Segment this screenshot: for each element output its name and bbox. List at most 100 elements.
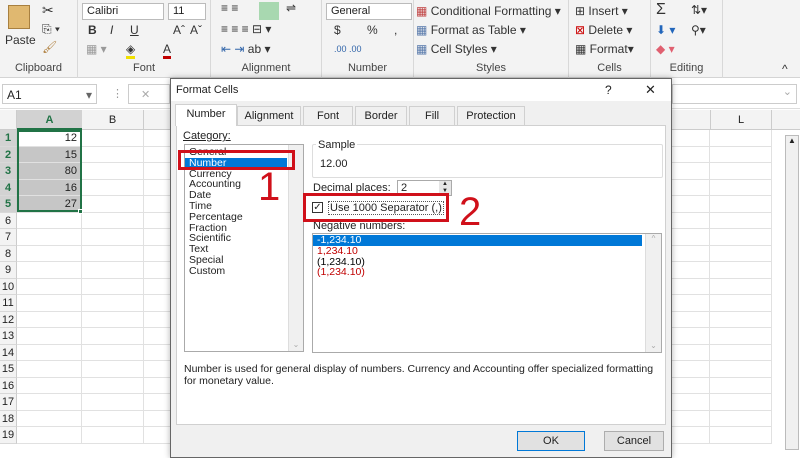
cell-l5[interactable] [710,196,772,213]
fill-icon[interactable]: ⬇ ▾ [656,23,675,37]
row-header[interactable]: 9 [0,262,17,279]
copy-icon[interactable]: ⎘ ▾ [42,22,60,37]
delete-button[interactable]: ⊠ Delete ▾ [575,23,632,37]
cell-l6[interactable] [710,212,772,229]
row-header[interactable]: 1 [0,130,17,147]
row-header[interactable]: 11 [0,295,17,312]
cell-l18[interactable] [710,410,772,427]
cell-l8[interactable] [710,245,772,262]
cell[interactable] [672,245,710,262]
indent-icon[interactable]: ⇤ ⇥ ab ▾ [221,42,271,56]
scroll-down-icon[interactable]: ⌄ [646,341,661,350]
category-list[interactable]: General Number Currency Accounting Date Time P… [184,144,304,352]
tab-protection[interactable]: Protection [457,106,525,125]
cell-a14[interactable] [17,344,82,361]
sort-filter-icon[interactable]: ⇅▾ [691,3,707,17]
column-header-b[interactable]: B [82,110,144,130]
align-top-icon[interactable]: ≡ ≡ [221,1,238,15]
tab-border[interactable]: Border [355,106,407,125]
cell-a9[interactable] [17,262,82,279]
cell[interactable] [672,427,710,444]
cell-a19[interactable] [17,427,82,444]
cell-l9[interactable] [710,262,772,279]
format-as-table-button[interactable]: ▦ Format as Table ▾ [416,23,526,37]
cell[interactable] [672,179,710,196]
paste-icon[interactable] [8,5,30,29]
row-header[interactable]: 2 [0,146,17,163]
tab-number[interactable]: Number [175,104,237,126]
cancel-button[interactable]: Cancel [604,431,664,451]
negative-option[interactable]: -1,234.10 [313,235,642,246]
cell[interactable] [672,361,710,378]
cell-l16[interactable] [710,377,772,394]
row-header[interactable]: 12 [0,311,17,328]
category-custom[interactable]: Custom [185,265,287,277]
cell-l2[interactable] [710,146,772,163]
row-header[interactable]: 17 [0,394,17,411]
underline-button[interactable]: U [130,23,139,37]
cell-l14[interactable] [710,344,772,361]
cell[interactable] [672,394,710,411]
cell-b10[interactable] [82,278,144,295]
name-box[interactable]: A1 ▾ [2,84,97,104]
cell-b8[interactable] [82,245,144,262]
cell-l3[interactable] [710,163,772,180]
shrink-font-button[interactable]: Aˇ [190,23,202,37]
grow-font-button[interactable]: Aˆ [173,23,185,37]
help-button[interactable]: ? [605,83,612,97]
cell[interactable] [672,278,710,295]
cell[interactable] [672,328,710,345]
row-header[interactable]: 5 [0,196,17,213]
column-header-a[interactable]: A [17,110,82,130]
paste-button[interactable]: Paste [5,33,36,47]
font-color-button[interactable]: A [163,42,172,59]
cell-b2[interactable] [82,146,144,163]
cell-l19[interactable] [710,427,772,444]
italic-button[interactable]: I [110,23,113,37]
cell-a17[interactable] [17,394,82,411]
font-name-select[interactable]: Calibri [82,3,164,20]
row-header[interactable]: 8 [0,245,17,262]
cell-l12[interactable] [710,311,772,328]
decimal-icons[interactable]: .00 .00 [334,44,362,54]
cell-a15[interactable] [17,361,82,378]
row-header[interactable]: 13 [0,328,17,345]
cell[interactable] [672,212,710,229]
ok-button[interactable]: OK [517,431,585,451]
autosum-button[interactable]: Σ [656,1,666,19]
cell-b17[interactable] [82,394,144,411]
cell-l10[interactable] [710,278,772,295]
select-all-button[interactable] [0,110,17,130]
cell-l1[interactable] [710,130,772,147]
cell-a10[interactable] [17,278,82,295]
cell-a8[interactable] [17,245,82,262]
cell[interactable] [672,311,710,328]
cell-a7[interactable] [17,229,82,246]
cell-a12[interactable] [17,311,82,328]
cell[interactable] [672,163,710,180]
cell-b19[interactable] [82,427,144,444]
conditional-formatting-button[interactable]: ▦ Conditional Formatting ▾ [416,4,561,18]
cell-l4[interactable] [710,179,772,196]
currency-button[interactable]: $ [334,23,341,37]
row-header[interactable]: 3 [0,163,17,180]
bold-button[interactable]: B [88,23,97,37]
row-header[interactable]: 4 [0,179,17,196]
row-header[interactable]: 15 [0,361,17,378]
row-header[interactable]: 14 [0,344,17,361]
category-percentage[interactable]: Percentage [185,211,287,223]
cell[interactable] [672,295,710,312]
cell-a13[interactable] [17,328,82,345]
cell-l15[interactable] [710,361,772,378]
cell-a16[interactable] [17,377,82,394]
negative-numbers-list[interactable]: -1,234.10 1,234.10 (1,234.10) (1,234.10) ^ ⌄ [312,233,662,353]
cell-l7[interactable] [710,229,772,246]
cell-b14[interactable] [82,344,144,361]
cell-b18[interactable] [82,410,144,427]
number-format-select[interactable]: General [326,3,412,20]
vertical-scrollbar[interactable]: ▲ [785,135,799,450]
fill-handle[interactable] [78,209,83,214]
cell-b1[interactable] [82,130,144,147]
row-header[interactable]: 19 [0,427,17,444]
cell[interactable] [672,262,710,279]
